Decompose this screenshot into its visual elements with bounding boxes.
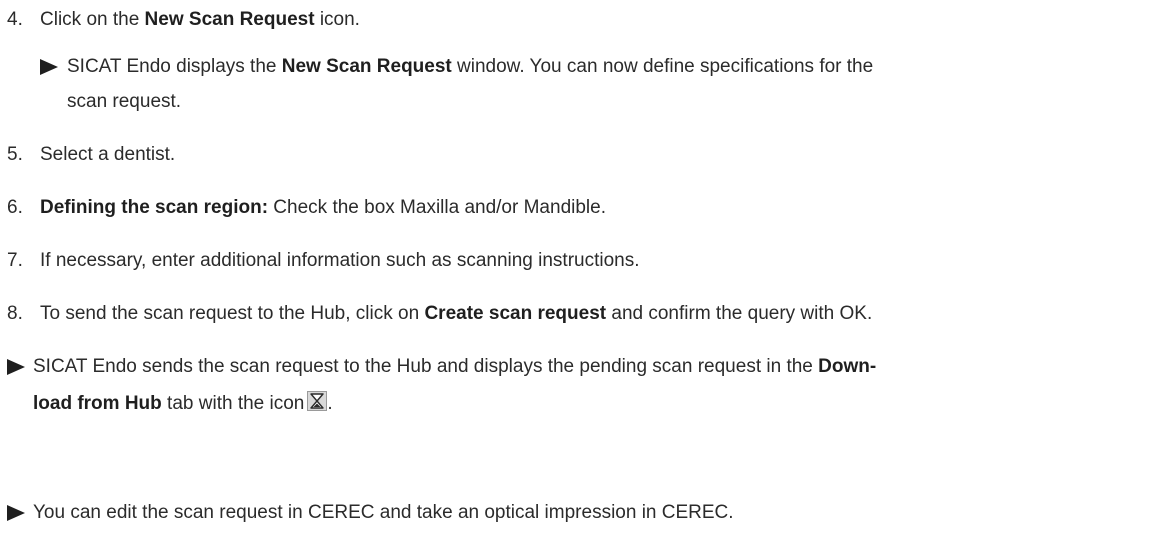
result-arrow-icon (7, 505, 25, 521)
result-1-end: . (327, 393, 333, 414)
step-6-text: Defining the scan region: Check the box … (40, 195, 606, 221)
step-4-text-post: icon. (314, 9, 360, 30)
result-arrow-icon (7, 359, 25, 375)
step-4-result-bold: New Scan Request (281, 56, 452, 77)
step-4-result-post: window. You can now define specification… (451, 56, 874, 77)
step-8-text-post: and confirm the query with OK. (606, 303, 873, 324)
step-6-text-post: Check the box Maxilla and/or Mandible. (268, 197, 606, 218)
step-number-6: 6. (7, 197, 23, 218)
step-4-text-pre: Click on the (40, 9, 145, 30)
result-2-text: You can edit the scan request in CEREC a… (33, 502, 734, 523)
step-8-text: To send the scan request to the Hub, cli… (40, 301, 872, 327)
result-1-text: SICAT Endo sends the scan request to the… (33, 354, 876, 380)
step-4-result-text: SICAT Endo displays the New Scan Request… (67, 54, 873, 80)
step-number-4: 4. (7, 9, 23, 30)
result-1-bold-1: Down- (818, 356, 877, 377)
step-5-text: Select a dentist. (40, 144, 176, 165)
step-6-text-bold: Defining the scan region: (40, 197, 269, 218)
step-4-text: Click on the New Scan Request icon. (40, 7, 360, 33)
result-arrow-icon (40, 59, 58, 75)
step-number-7: 7. (7, 250, 23, 271)
result-1-post: tab with the icon (161, 393, 305, 414)
result-1-bold-2: load from Hub (33, 393, 162, 414)
step-4-result-line2: scan request. (67, 91, 182, 112)
step-4-text-bold: New Scan Request (144, 9, 315, 30)
step-7-text: If necessary, enter additional informati… (40, 250, 640, 271)
hourglass-icon (307, 391, 328, 411)
step-number-5: 5. (7, 144, 23, 165)
step-8-text-bold: Create scan request (424, 303, 607, 324)
step-8-text-pre: To send the scan request to the Hub, cli… (40, 303, 425, 324)
result-1-pre: SICAT Endo sends the scan request to the… (33, 356, 819, 377)
result-1-line2: load from Hub tab with the icon . (33, 389, 333, 417)
step-number-8: 8. (7, 303, 23, 324)
step-4-result-pre: SICAT Endo displays the (67, 56, 282, 77)
